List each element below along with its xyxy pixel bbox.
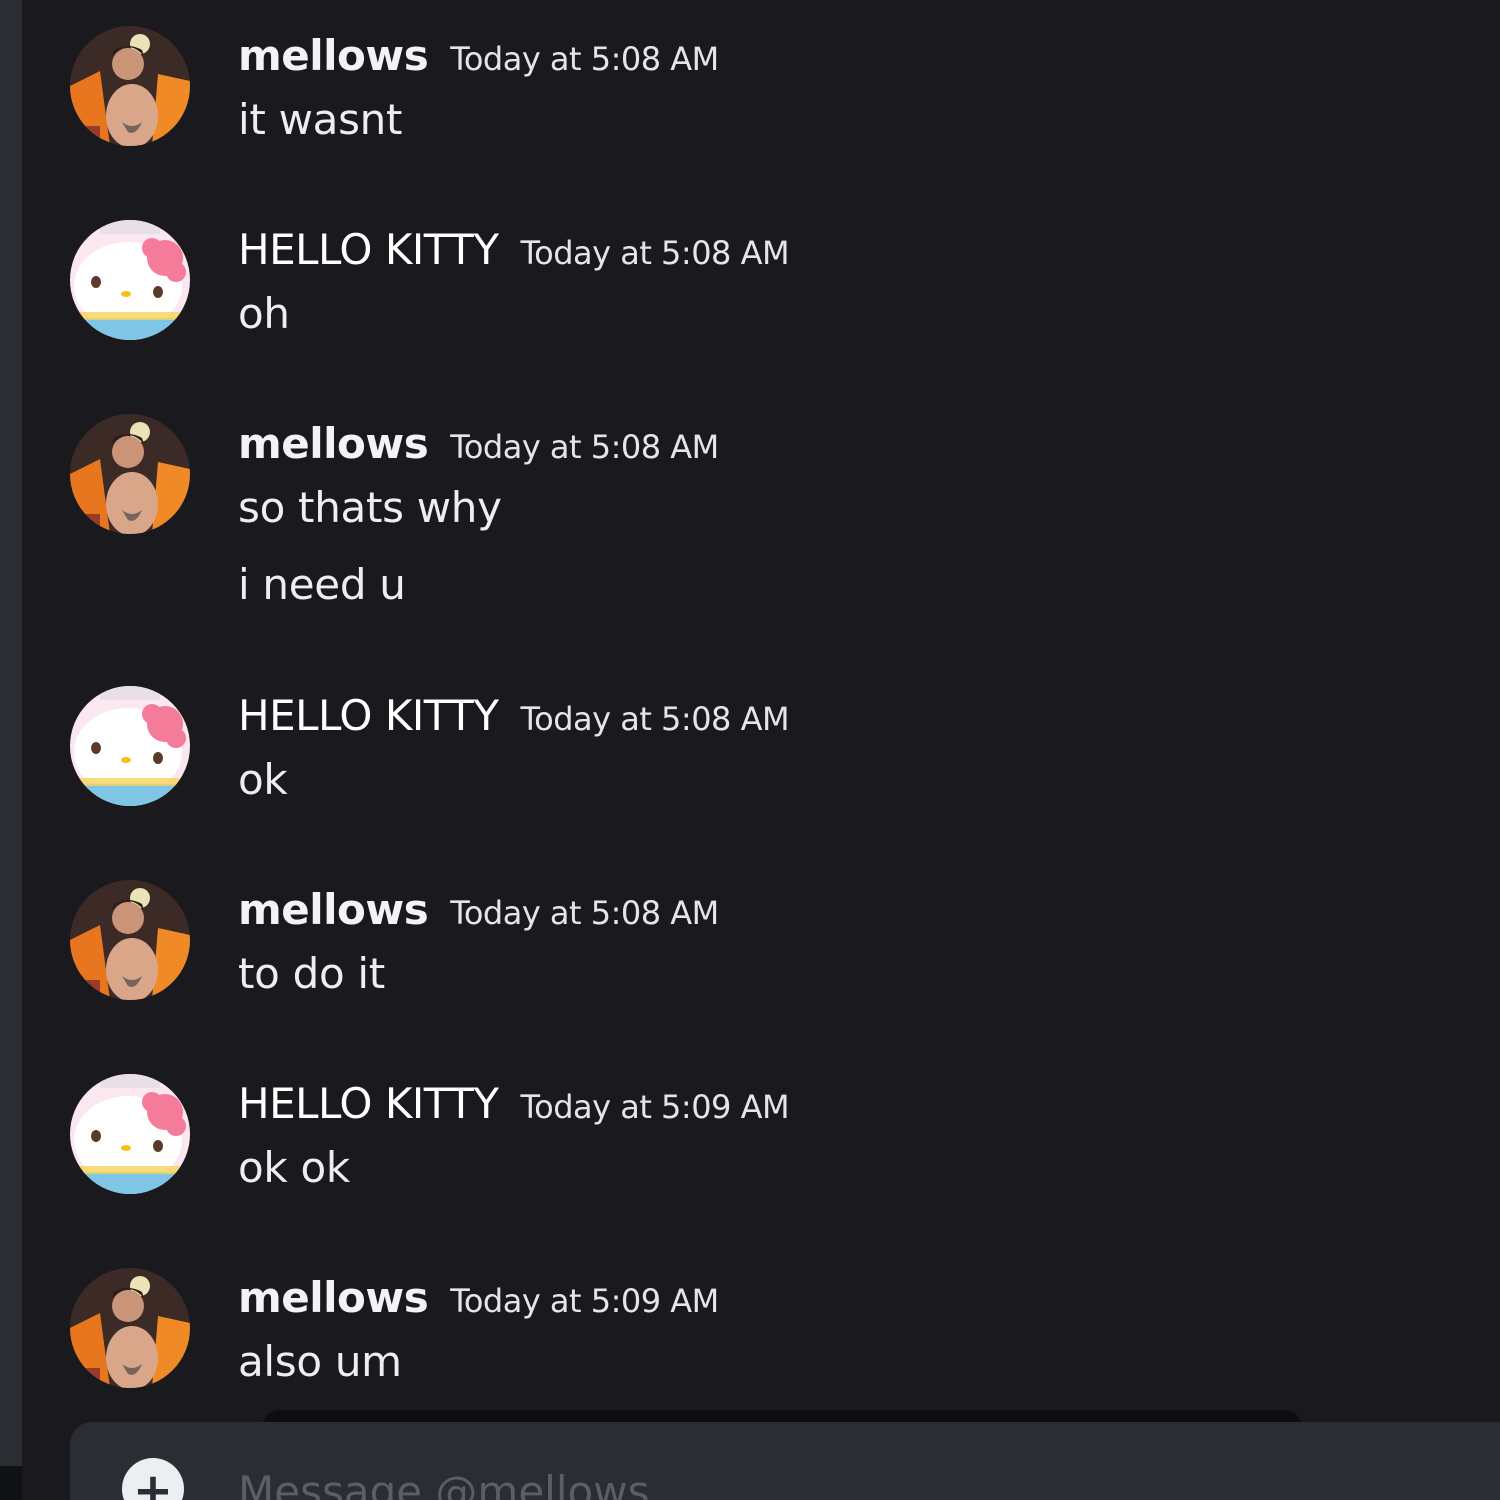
left-panel-edge [0,0,22,1500]
message-header: HELLO KITTY Today at 5:08 AM [238,690,790,745]
hello-kitty-avatar-icon [70,220,190,340]
hello-kitty-avatar[interactable] [70,686,190,806]
timestamp[interactable]: Today at 5:08 AM [521,693,790,745]
username[interactable]: mellows [238,30,429,82]
message-text: also um [238,1337,402,1386]
message-text: to do it [238,949,385,998]
message-group: HELLO KITTY Today at 5:08 AM ok [22,686,1500,816]
message-group: HELLO KITTY Today at 5:09 AM ok ok [22,1074,1500,1204]
message-text: i need u [238,560,406,609]
left-panel-edge-bottom [0,1466,22,1500]
message-group: mellows Today at 5:08 AM to do it [22,880,1500,1010]
message-text: oh [238,289,290,338]
message-group: mellows Today at 5:08 AM it wasnt [22,26,1500,156]
timestamp[interactable]: Today at 5:08 AM [521,227,790,279]
message-header: mellows Today at 5:08 AM [238,30,719,82]
username[interactable]: mellows [238,1272,429,1324]
concert-performer-avatar[interactable] [70,26,190,146]
username[interactable]: HELLO KITTY [238,690,499,742]
timestamp[interactable]: Today at 5:08 AM [450,33,719,85]
concert-performer-avatar[interactable] [70,414,190,534]
timestamp[interactable]: Today at 5:09 AM [450,1275,719,1327]
message-group: mellows Today at 5:08 AM so thats why i n… [22,414,1500,614]
message-header: HELLO KITTY Today at 5:09 AM [238,1078,790,1133]
timestamp[interactable]: Today at 5:08 AM [450,421,719,473]
message-text: it wasnt [238,95,403,144]
hello-kitty-avatar[interactable] [70,1074,190,1194]
message-header: HELLO KITTY Today at 5:08 AM [238,224,790,279]
message-text: ok ok [238,1143,350,1192]
message-composer: + [70,1422,1500,1500]
hello-kitty-avatar-icon [70,1074,190,1194]
hello-kitty-avatar-icon [70,686,190,806]
concert-performer-avatar-icon [70,414,190,534]
message-header: mellows Today at 5:09 AM [238,1272,719,1324]
concert-performer-avatar-icon [70,880,190,1000]
username[interactable]: HELLO KITTY [238,224,499,276]
message-text: ok [238,755,288,804]
message-header: mellows Today at 5:08 AM [238,884,719,936]
timestamp[interactable]: Today at 5:09 AM [521,1081,790,1133]
message-text: so thats why [238,483,502,532]
concert-performer-avatar-icon [70,1268,190,1388]
dm-chat-window: mellows Today at 5:08 AM it wasnt HELLO … [0,0,1500,1500]
timestamp[interactable]: Today at 5:08 AM [450,887,719,939]
hello-kitty-avatar[interactable] [70,220,190,340]
concert-performer-avatar[interactable] [70,880,190,1000]
message-input[interactable] [238,1456,1438,1500]
plus-glyph: + [132,1463,174,1500]
message-header: mellows Today at 5:08 AM [238,418,719,470]
message-group: mellows Today at 5:09 AM also um [22,1268,1500,1398]
username[interactable]: mellows [238,884,429,936]
concert-performer-avatar-icon [70,26,190,146]
username[interactable]: HELLO KITTY [238,1078,499,1130]
message-list[interactable]: mellows Today at 5:08 AM it wasnt HELLO … [22,0,1500,1500]
username[interactable]: mellows [238,418,429,470]
concert-performer-avatar[interactable] [70,1268,190,1388]
message-group: HELLO KITTY Today at 5:08 AM oh [22,220,1500,350]
plus-circle-icon[interactable]: + [122,1458,184,1500]
